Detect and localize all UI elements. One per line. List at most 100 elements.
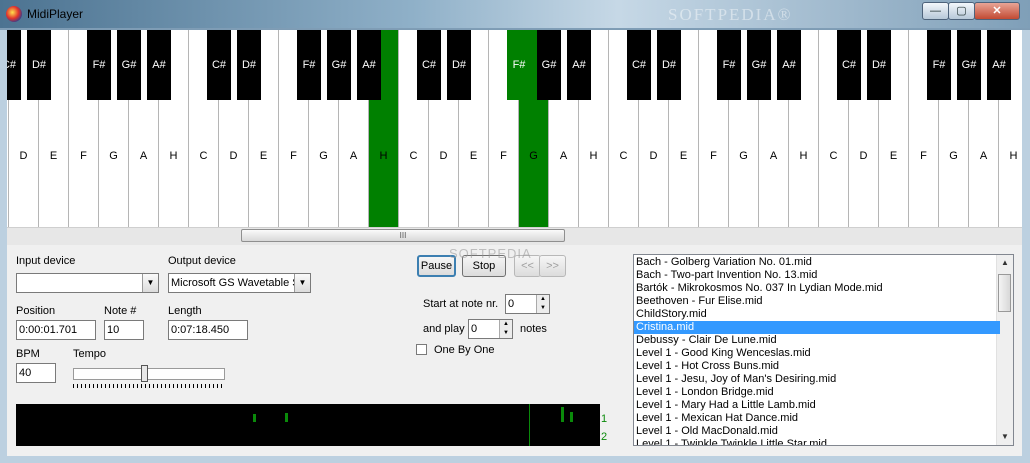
piano-black-key[interactable]: G#	[117, 30, 141, 100]
black-key-label: D#	[451, 59, 467, 71]
tempo-slider-thumb[interactable]	[141, 365, 148, 382]
playlist-item[interactable]: Level 1 - Mary Had a Little Lamb.mid	[634, 399, 1000, 412]
play-count-spinner[interactable]: ▲ ▼	[499, 320, 512, 338]
playlist-item[interactable]: Level 1 - Good King Wenceslas.mid	[634, 347, 1000, 360]
spin-up-icon[interactable]: ▲	[537, 295, 549, 304]
piano-black-key[interactable]: D#	[447, 30, 471, 100]
midi-player-window: MidiPlayer SOFTPEDIA® — ▢ ✕ D E F G A H C D E F G A…	[0, 0, 1030, 463]
playlist-item[interactable]: Level 1 - Mexican Hat Dance.mid	[634, 412, 1000, 425]
close-button[interactable]: ✕	[974, 2, 1020, 20]
black-key-label: D#	[871, 59, 887, 71]
piano-black-key[interactable]: F#	[507, 30, 531, 100]
black-key-label: A#	[992, 59, 1006, 71]
playlist-item[interactable]: Bartók - Mikrokosmos No. 037 In Lydian M…	[634, 282, 1000, 295]
piano-black-key[interactable]: F#	[297, 30, 321, 100]
white-key-label: D	[439, 150, 448, 162]
next-button[interactable]: >>	[539, 255, 566, 277]
white-key-label: A	[769, 150, 778, 162]
piano-black-key[interactable]: A#	[147, 30, 171, 100]
black-key-label: D#	[661, 59, 677, 71]
piano-black-key[interactable]: C#	[7, 30, 21, 100]
white-key-label: G	[109, 150, 118, 162]
piano-black-key[interactable]: C#	[837, 30, 861, 100]
piano-keyboard[interactable]: D E F G A H C D E F G A H C D E F G A H C D E F G A H C D E F G A H C# D# F#…	[7, 30, 1022, 228]
white-key-label: D	[19, 150, 28, 162]
piano-black-key[interactable]: G#	[327, 30, 351, 100]
piano-black-key[interactable]: G#	[957, 30, 981, 100]
spin-down-icon[interactable]: ▼	[500, 329, 512, 338]
chevron-down-icon[interactable]: ▼	[294, 274, 310, 292]
activity-bar	[285, 413, 288, 422]
output-device-select[interactable]: Microsoft GS Wavetable S ▼	[168, 273, 311, 293]
black-key-label: G#	[331, 59, 347, 71]
watermark-text: SOFTPEDIA	[449, 246, 532, 261]
playlist-item[interactable]: Level 1 - Jesu, Joy of Man's Desiring.mi…	[634, 373, 1000, 386]
playlist-item[interactable]: Cristina.mid	[634, 321, 1000, 334]
start-at-field[interactable]: 0 ▲ ▼	[505, 294, 550, 314]
piano-black-key[interactable]: C#	[627, 30, 651, 100]
white-key-label: E	[259, 150, 268, 162]
spin-down-icon[interactable]: ▼	[537, 304, 549, 313]
start-at-value: 0	[508, 298, 515, 310]
piano-black-key[interactable]: C#	[207, 30, 231, 100]
white-key-label: C	[619, 150, 628, 162]
tempo-slider[interactable]	[73, 365, 225, 391]
piano-black-key[interactable]: G#	[537, 30, 561, 100]
white-key-label: F	[500, 150, 507, 162]
piano-black-key[interactable]: G#	[747, 30, 771, 100]
maximize-button[interactable]: ▢	[948, 2, 975, 20]
white-key-label: H	[169, 150, 178, 162]
tempo-slider-track[interactable]	[73, 368, 225, 380]
activity-bar	[570, 412, 573, 422]
piano-black-key[interactable]: D#	[27, 30, 51, 100]
input-device-select[interactable]: ▼	[16, 273, 159, 293]
length-field[interactable]: 0:07:18.450	[168, 320, 248, 340]
keyboard-scroll-thumb[interactable]: III	[241, 229, 565, 242]
playlist-listbox[interactable]: ▲ ▼ Bach - Golberg Variation No. 01.mid B…	[633, 254, 1014, 446]
spin-up-icon[interactable]: ▲	[500, 320, 512, 329]
white-key-label: E	[49, 150, 58, 162]
piano-black-key[interactable]: A#	[987, 30, 1011, 100]
tempo-slider-ticks	[73, 384, 225, 388]
white-key-label: C	[199, 150, 208, 162]
playlist-item[interactable]: Level 1 - Twinkle Twinkle Little Star.mi…	[634, 438, 1000, 445]
playlist-item[interactable]: Bach - Two-part Invention No. 13.mid	[634, 269, 1000, 282]
playlist-item[interactable]: Level 1 - Old MacDonald.mid	[634, 425, 1000, 438]
black-key-label: C#	[631, 59, 647, 71]
input-device-label: Input device	[16, 255, 76, 267]
playlist-item[interactable]: Level 1 - London Bridge.mid	[634, 386, 1000, 399]
white-key-label: E	[679, 150, 688, 162]
piano-black-key[interactable]: D#	[237, 30, 261, 100]
playlist-item[interactable]: Bach - Golberg Variation No. 01.mid	[634, 256, 1000, 269]
playlist-item[interactable]: ChildStory.mid	[634, 308, 1000, 321]
piano-black-key[interactable]: A#	[567, 30, 591, 100]
white-key-label: H	[799, 150, 808, 162]
playlist-item[interactable]: Level 1 - Hot Cross Buns.mid	[634, 360, 1000, 373]
black-key-label: C#	[211, 59, 227, 71]
note-field[interactable]: 10	[104, 320, 144, 340]
playlist-item[interactable]: Debussy - Clair De Lune.mid	[634, 334, 1000, 347]
piano-black-key[interactable]: F#	[927, 30, 951, 100]
keyboard-scrollbar[interactable]: III	[7, 227, 1022, 245]
one-by-one-checkbox[interactable]	[416, 344, 427, 355]
piano-black-key[interactable]: C#	[417, 30, 441, 100]
piano-black-key[interactable]: A#	[357, 30, 381, 100]
bpm-field[interactable]: 40	[16, 363, 56, 383]
position-field[interactable]: 0:00:01.701	[16, 320, 96, 340]
piano-black-key[interactable]: D#	[867, 30, 891, 100]
white-key-label: G	[739, 150, 748, 162]
piano-black-key[interactable]: D#	[657, 30, 681, 100]
chevron-down-icon[interactable]: ▼	[142, 274, 158, 292]
one-by-one-label[interactable]: One By One	[434, 344, 495, 356]
title-bar[interactable]: MidiPlayer SOFTPEDIA® — ▢ ✕	[0, 0, 1030, 28]
play-count-field[interactable]: 0 ▲ ▼	[468, 319, 513, 339]
minimize-button[interactable]: —	[922, 2, 949, 20]
piano-black-key[interactable]: F#	[717, 30, 741, 100]
piano-black-key[interactable]: F#	[87, 30, 111, 100]
output-device-label: Output device	[168, 255, 236, 267]
playlist-item[interactable]: Beethoven - Fur Elise.mid	[634, 295, 1000, 308]
piano-black-key[interactable]: A#	[777, 30, 801, 100]
start-at-spinner[interactable]: ▲ ▼	[536, 295, 549, 313]
channel-1-label: 1	[601, 413, 608, 425]
start-at-label: Start at note nr.	[423, 298, 499, 310]
